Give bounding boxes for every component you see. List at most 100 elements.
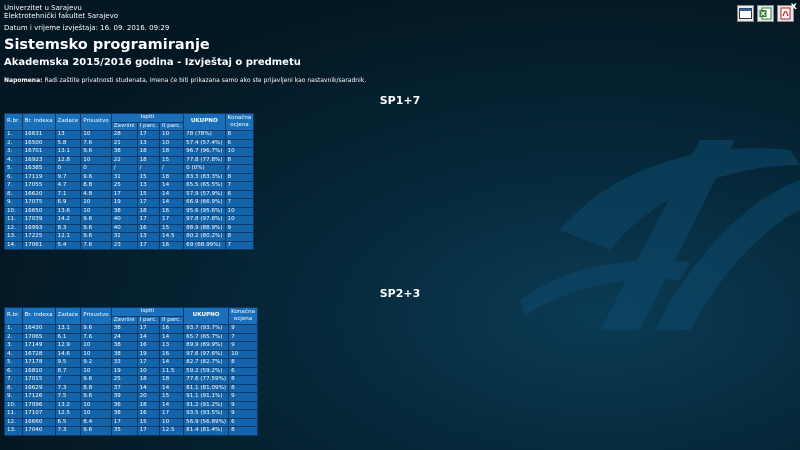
export-toolbar [737,5,794,22]
privacy-note: Napomena: Radi zaštite privatnosti stude… [4,77,366,84]
cell-ukupno: 91.2 (91.2%) [183,400,230,410]
cell-prisustvo: 9.6 [80,232,112,242]
cell-index: 17119 [21,172,56,182]
cell-zadace: 5.4 [54,240,82,250]
col-konacna-line2: ocjena [230,122,249,128]
cell-iiparc: 17 [159,409,185,419]
cell-zavrsni: 25 [110,375,138,385]
cell-ukupno: 77.8 (77.8%) [183,155,226,165]
cell-ukupno: 69 (68.99%) [183,240,226,250]
cell-iparc: 17 [136,324,161,334]
cell-index: 16923 [21,155,56,165]
cell-rbr: 9. [4,392,23,402]
excel-icon[interactable] [757,5,774,22]
cell-zavrsni: / [110,164,138,174]
cell-iiparc: 15 [159,155,185,165]
cell-prisustvo: 10 [80,409,112,419]
cell-zavrsni: 28 [110,130,138,140]
cell-ukupno: 59.2 (59.2%) [183,366,230,376]
cell-zavrsni: 17 [110,189,138,199]
cell-prisustvo: 8.8 [80,181,112,191]
cell-index: 16660 [21,417,56,427]
cell-zadace: 6.5 [54,417,82,427]
note-label: Napomena: [4,77,43,84]
note-text: Radi zaštite privatnosti studenata, imen… [42,77,367,84]
cell-rbr: 10. [4,206,23,216]
table-row: 4. 16728 14.6 10 38 19 16 97.6 (97.6%) 10 [4,349,258,359]
cell-iparc: 17 [136,358,161,368]
cell-konacna: 7 [228,332,258,342]
cell-index: 17096 [21,400,56,410]
cell-konacna: 6 [228,417,258,427]
cell-rbr: 12. [4,417,23,427]
col-iparc: I parc. [136,121,161,131]
cell-ukupno: 57.4 (57.4%) [183,138,226,148]
cell-index: 16620 [21,189,56,199]
cell-iiparc: 16 [159,206,185,216]
cell-rbr: 11. [4,409,23,419]
cell-zavrsni: 39 [110,392,138,402]
cell-index: 16629 [21,383,56,393]
cell-iparc: / [136,164,161,174]
col-ukupno: UKUPNO [183,307,230,325]
window-icon[interactable] [737,5,754,22]
cell-konacna: 10 [224,215,255,225]
col-iparc: I parc. [136,315,161,325]
table-row: 14. 17061 5.4 7.6 23 17 16 69 (68.99%) 7 [4,240,255,250]
cell-prisustvo: 9.6 [80,147,112,157]
cell-ukupno: 82.7 (82.7%) [183,358,230,368]
cell-iiparc: 14 [159,400,185,410]
cell-prisustvo: 10 [80,155,112,165]
cell-ukupno: 97.6 (97.6%) [183,349,230,359]
cell-zadace: 9.7 [54,172,82,182]
col-konacna-line2: ocjena [233,316,253,322]
cell-zadace: 7.1 [54,189,82,199]
cell-zavrsni: 40 [110,215,138,225]
cell-zadace: 13.2 [54,400,82,410]
table-body: 1. 16631 13 10 28 17 10 78 (78%) 8 2. 16500 5.8 7.6 2… [4,130,255,250]
cell-konacna: 8 [228,426,258,436]
cell-konacna: 8 [224,130,255,140]
cell-zadace: 8.7 [54,366,82,376]
cell-zavrsni: 17 [110,417,138,427]
col-index: Br. indexa [21,307,56,325]
cell-rbr: 13. [4,426,23,436]
cell-iiparc: 13 [159,341,185,351]
grades-table: R.br. Br. indexa Zadaće Prisustvo Ispiti… [4,113,255,250]
cell-konacna: 8 [228,358,258,368]
cell-zavrsni: 23 [110,240,138,250]
col-zavrsni: Završni [110,315,138,325]
cell-ukupno: 0 (0%) [183,164,226,174]
cell-zavrsni: 33 [110,358,138,368]
table-row: 9. 17075 6.9 10 19 17 14 66.9 (66.9%) 7 [4,198,255,208]
report-datetime: Datum i vrijeme izvještaja: 16. 09. 2016… [4,24,170,32]
cell-zadace: 8.3 [54,223,82,233]
table-row: 8. 16620 7.1 4.8 17 15 14 57.9 (57.9%) 6 [4,189,255,199]
cell-ukupno: 80.2 (80.2%) [183,232,226,242]
col-iiparc: II parc. [159,315,185,325]
close-button[interactable]: x [791,2,797,12]
cell-prisustvo: 8.8 [80,383,112,393]
cell-ukupno: 93.5 (93.5%) [183,409,230,419]
table-row: 4. 16923 12.8 10 22 18 15 77.8 (77.8%) 8 [4,155,255,165]
table-row: 11. 17107 12.5 10 38 16 17 93.5 (93.5%) 9 [4,409,258,419]
cell-zavrsni: 40 [110,223,138,233]
cell-konacna: 7 [224,181,255,191]
cell-prisustvo: 0 [80,164,112,174]
cell-iiparc: 18 [159,172,185,182]
cell-index: 16631 [21,130,56,140]
cell-iparc: 16 [136,223,161,233]
cell-zadace: 12.5 [54,409,82,419]
table-row: 9. 17126 7.5 9.6 39 20 15 91.1 (91.1%) 9 [4,392,258,402]
cell-konacna: 8 [228,383,258,393]
cell-iparc: 17 [136,198,161,208]
cell-ukupno: 57.9 (57.9%) [183,189,226,199]
cell-konacna: 6 [224,138,255,148]
cell-prisustvo: 7.6 [80,332,112,342]
table-row: 3. 16701 13.1 9.6 38 18 18 96.7 (96.7%) 10 [4,147,255,157]
cell-index: 16500 [21,138,56,148]
col-zadace: Zadaće [54,307,82,325]
cell-prisustvo: 9.6 [80,392,112,402]
cell-iparc: 18 [136,400,161,410]
col-ispiti: Ispiti [110,113,185,123]
